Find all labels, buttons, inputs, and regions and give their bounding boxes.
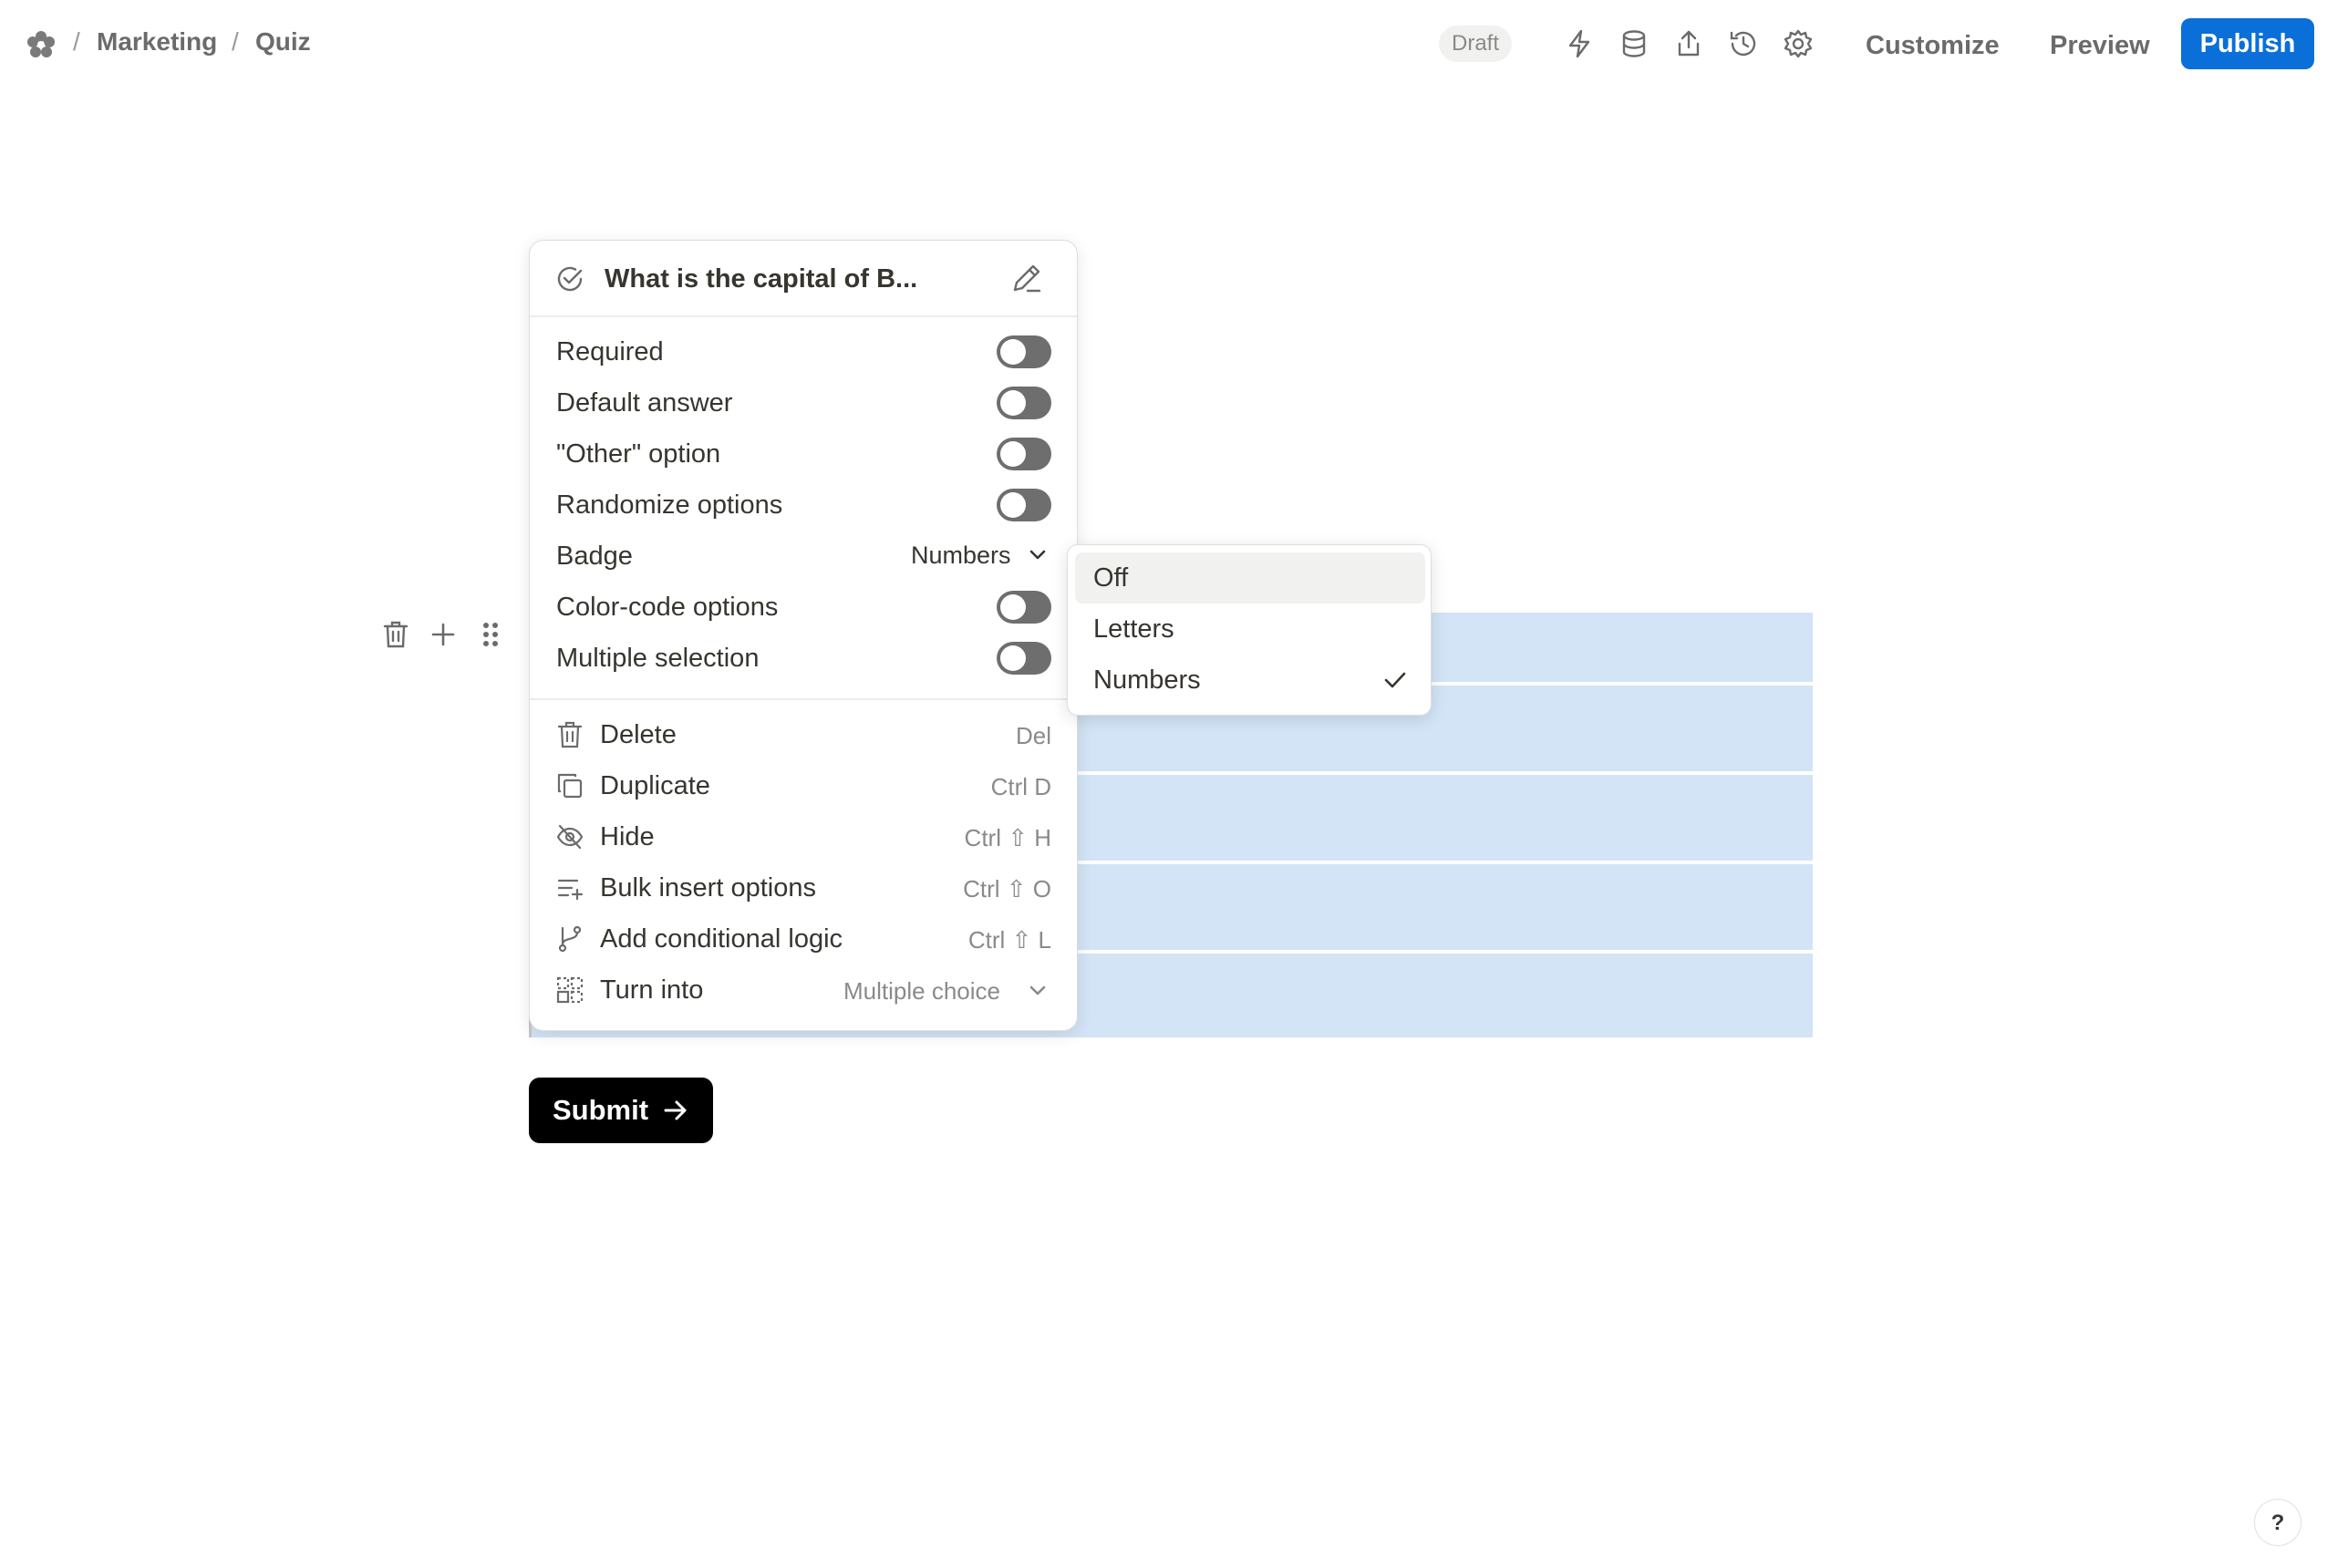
plus-icon xyxy=(431,623,455,646)
color-code-toggle[interactable] xyxy=(997,591,1051,624)
share-icon xyxy=(1678,30,1700,57)
shortcut-hint: Ctrl ⇧ L xyxy=(967,926,1051,954)
dropdown-option-label: Numbers xyxy=(1093,665,1201,695)
menu-item-label: Delete xyxy=(600,720,677,749)
arrow-right-icon xyxy=(664,1100,687,1120)
checkmark-icon xyxy=(1384,672,1406,688)
setting-label: Multiple selection xyxy=(556,644,760,673)
menu-item-label: Hide xyxy=(600,822,655,851)
menu-item-turn-into[interactable]: Turn into Multiple choice xyxy=(530,965,1077,1016)
setting-label: Default answer xyxy=(556,388,733,418)
share-button[interactable] xyxy=(1670,26,1707,62)
gear-icon xyxy=(1784,29,1813,58)
check-circle-icon xyxy=(557,266,583,292)
shortcut-hint: Del xyxy=(1015,722,1051,749)
breadcrumb-separator: / xyxy=(232,27,239,56)
drag-handle[interactable] xyxy=(472,616,509,653)
transform-icon xyxy=(556,976,584,1004)
dropdown-option-label: Off xyxy=(1093,563,1129,593)
publish-button[interactable]: Publish xyxy=(2181,18,2314,69)
delete-block-button[interactable] xyxy=(377,616,414,653)
breadcrumb-marketing[interactable]: Marketing xyxy=(97,27,217,57)
top-bar: / Marketing / Quiz Draft Customize Previ… xyxy=(0,0,2327,88)
badge-option-numbers[interactable]: Numbers xyxy=(1075,655,1425,706)
menu-item-duplicate[interactable]: Duplicate Ctrl D xyxy=(530,760,1077,811)
badge-select-value[interactable]: Numbers xyxy=(911,542,1011,570)
branch-icon xyxy=(558,925,582,953)
required-toggle[interactable] xyxy=(997,335,1051,368)
status-badge: Draft xyxy=(1439,26,1513,62)
eye-off-icon xyxy=(556,824,584,850)
shortcut-hint: Ctrl ⇧ H xyxy=(964,824,1051,851)
other-option-toggle[interactable] xyxy=(997,438,1051,470)
setting-label: Randomize options xyxy=(556,490,783,520)
setting-label: "Other" option xyxy=(556,439,721,469)
menu-item-label: Duplicate xyxy=(600,771,710,800)
badge-option-off[interactable]: Off xyxy=(1075,552,1425,603)
randomize-options-toggle[interactable] xyxy=(997,489,1051,521)
submit-button[interactable]: Submit xyxy=(529,1078,713,1143)
submit-label: Submit xyxy=(553,1094,649,1126)
trash-icon xyxy=(557,721,583,748)
shortcut-hint: Ctrl ⇧ O xyxy=(963,875,1051,903)
settings-button[interactable] xyxy=(1780,26,1816,62)
breadcrumb-separator: / xyxy=(73,27,80,56)
setting-label: Required xyxy=(556,337,664,366)
default-answer-toggle[interactable] xyxy=(997,387,1051,419)
trash-icon xyxy=(383,621,409,648)
shortcut-hint: Ctrl D xyxy=(990,773,1051,800)
menu-item-label: Bulk insert options xyxy=(600,873,816,903)
setting-other-option: "Other" option xyxy=(530,428,1077,480)
badge-option-letters[interactable]: Letters xyxy=(1075,603,1425,655)
drag-handle-icon xyxy=(483,623,498,646)
turn-into-value: Multiple choice xyxy=(843,977,1000,1005)
question-title: What is the capital of B... xyxy=(605,264,918,294)
menu-item-bulk-insert[interactable]: Bulk insert options Ctrl ⇧ O xyxy=(530,862,1077,913)
menu-item-label: Turn into xyxy=(600,975,704,1005)
workspace-logo-icon[interactable] xyxy=(26,29,57,60)
customize-button[interactable]: Customize xyxy=(1866,24,2000,67)
setting-multiple-selection: Multiple selection xyxy=(530,633,1077,684)
list-add-icon xyxy=(557,879,584,901)
menu-divider xyxy=(530,698,1077,700)
badge-dropdown: Off Letters Numbers xyxy=(1067,544,1432,716)
chevron-down-icon xyxy=(1029,985,1046,995)
setting-label: Badge xyxy=(556,542,633,571)
question-settings-menu: What is the capital of B... Required Def… xyxy=(529,240,1078,1031)
menu-item-hide[interactable]: Hide Ctrl ⇧ H xyxy=(530,811,1077,862)
setting-randomize-options: Randomize options xyxy=(530,480,1077,531)
chevron-down-icon xyxy=(1029,550,1046,560)
dropdown-option-label: Letters xyxy=(1093,614,1174,644)
pencil-icon[interactable] xyxy=(1009,261,1044,295)
history-icon xyxy=(1730,31,1756,57)
setting-default-answer: Default answer xyxy=(530,377,1077,428)
setting-required: Required xyxy=(530,326,1077,377)
menu-item-label: Add conditional logic xyxy=(600,924,843,954)
setting-badge[interactable]: Badge Numbers xyxy=(530,531,1077,582)
breadcrumb-quiz[interactable]: Quiz xyxy=(255,27,311,57)
setting-color-code-options: Color-code options xyxy=(530,582,1077,633)
menu-item-conditional-logic[interactable]: Add conditional logic Ctrl ⇧ L xyxy=(530,913,1077,965)
database-button[interactable] xyxy=(1616,26,1652,62)
duplicate-icon xyxy=(557,773,583,799)
preview-button[interactable]: Preview xyxy=(2050,24,2150,67)
multiple-selection-toggle[interactable] xyxy=(997,642,1051,675)
history-button[interactable] xyxy=(1725,26,1762,62)
lightning-icon xyxy=(1568,29,1590,58)
add-block-button[interactable] xyxy=(425,616,461,653)
integrations-button[interactable] xyxy=(1561,26,1598,62)
menu-item-delete[interactable]: Delete Del xyxy=(530,709,1077,760)
setting-label: Color-code options xyxy=(556,593,779,622)
database-icon xyxy=(1622,30,1646,57)
menu-header: What is the capital of B... xyxy=(530,241,1077,317)
help-button[interactable]: ? xyxy=(2254,1499,2301,1546)
